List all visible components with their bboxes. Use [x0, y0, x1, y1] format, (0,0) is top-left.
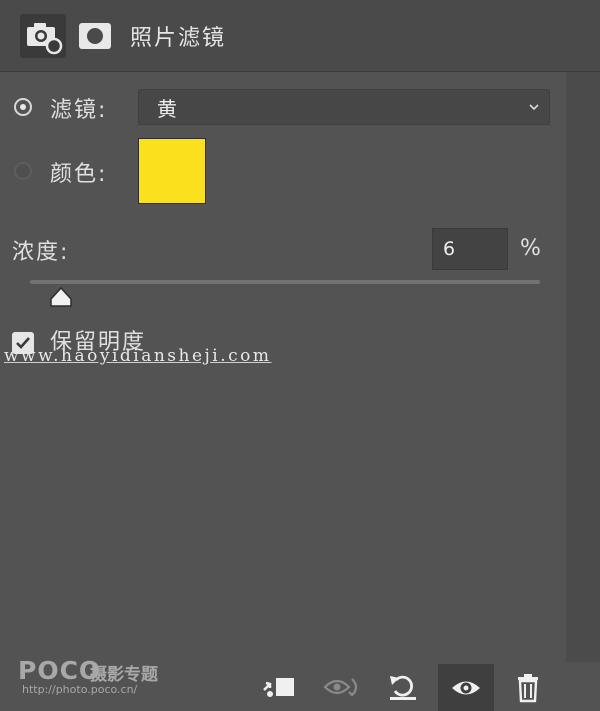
panel-title: 照片滤镜 — [130, 26, 227, 51]
camera-adjustment-icon[interactable] — [20, 14, 66, 58]
poco-url: http://photo.poco.cn/ — [22, 683, 138, 696]
view-previous-state-icon — [323, 678, 358, 697]
layer-mask-icon[interactable] — [78, 22, 112, 50]
watermark-text: www.haoyidiansheji.com — [4, 346, 272, 366]
density-input[interactable] — [432, 228, 508, 270]
visibility-button[interactable] — [438, 664, 494, 711]
percent-sign: % — [520, 236, 541, 261]
panel-header: 照片滤镜 — [0, 0, 600, 72]
filter-select[interactable]: 黄 — [138, 89, 550, 125]
reset-icon — [390, 675, 416, 700]
clip-to-layer-icon — [263, 678, 294, 697]
eye-icon — [452, 681, 480, 695]
delete-button[interactable] — [508, 670, 548, 704]
color-radio[interactable] — [14, 162, 32, 180]
clip-to-layer-button[interactable] — [258, 670, 298, 704]
filter-select-value: 黄 — [157, 97, 177, 121]
reset-button[interactable] — [384, 670, 424, 704]
radio-selected-dot — [20, 104, 26, 110]
color-label: 颜色: — [50, 162, 108, 187]
scrollbar[interactable] — [566, 72, 600, 662]
trash-icon — [518, 674, 538, 703]
poco-logo-subtitle: 摄影专题 — [90, 665, 158, 685]
properties-panel: 照片滤镜 滤镜: 黄 颜色: 浓度: % 保留明度 www.haoyidians… — [0, 0, 600, 711]
density-slider-thumb[interactable] — [48, 286, 74, 308]
density-slider-track[interactable] — [30, 280, 540, 284]
chevron-down-icon — [529, 104, 539, 111]
filter-radio[interactable] — [14, 98, 32, 116]
view-previous-state-button[interactable] — [322, 670, 362, 704]
density-label: 浓度: — [12, 240, 70, 265]
color-swatch[interactable] — [138, 138, 206, 204]
poco-logo: POCO — [18, 656, 102, 685]
filter-label: 滤镜: — [50, 98, 108, 123]
